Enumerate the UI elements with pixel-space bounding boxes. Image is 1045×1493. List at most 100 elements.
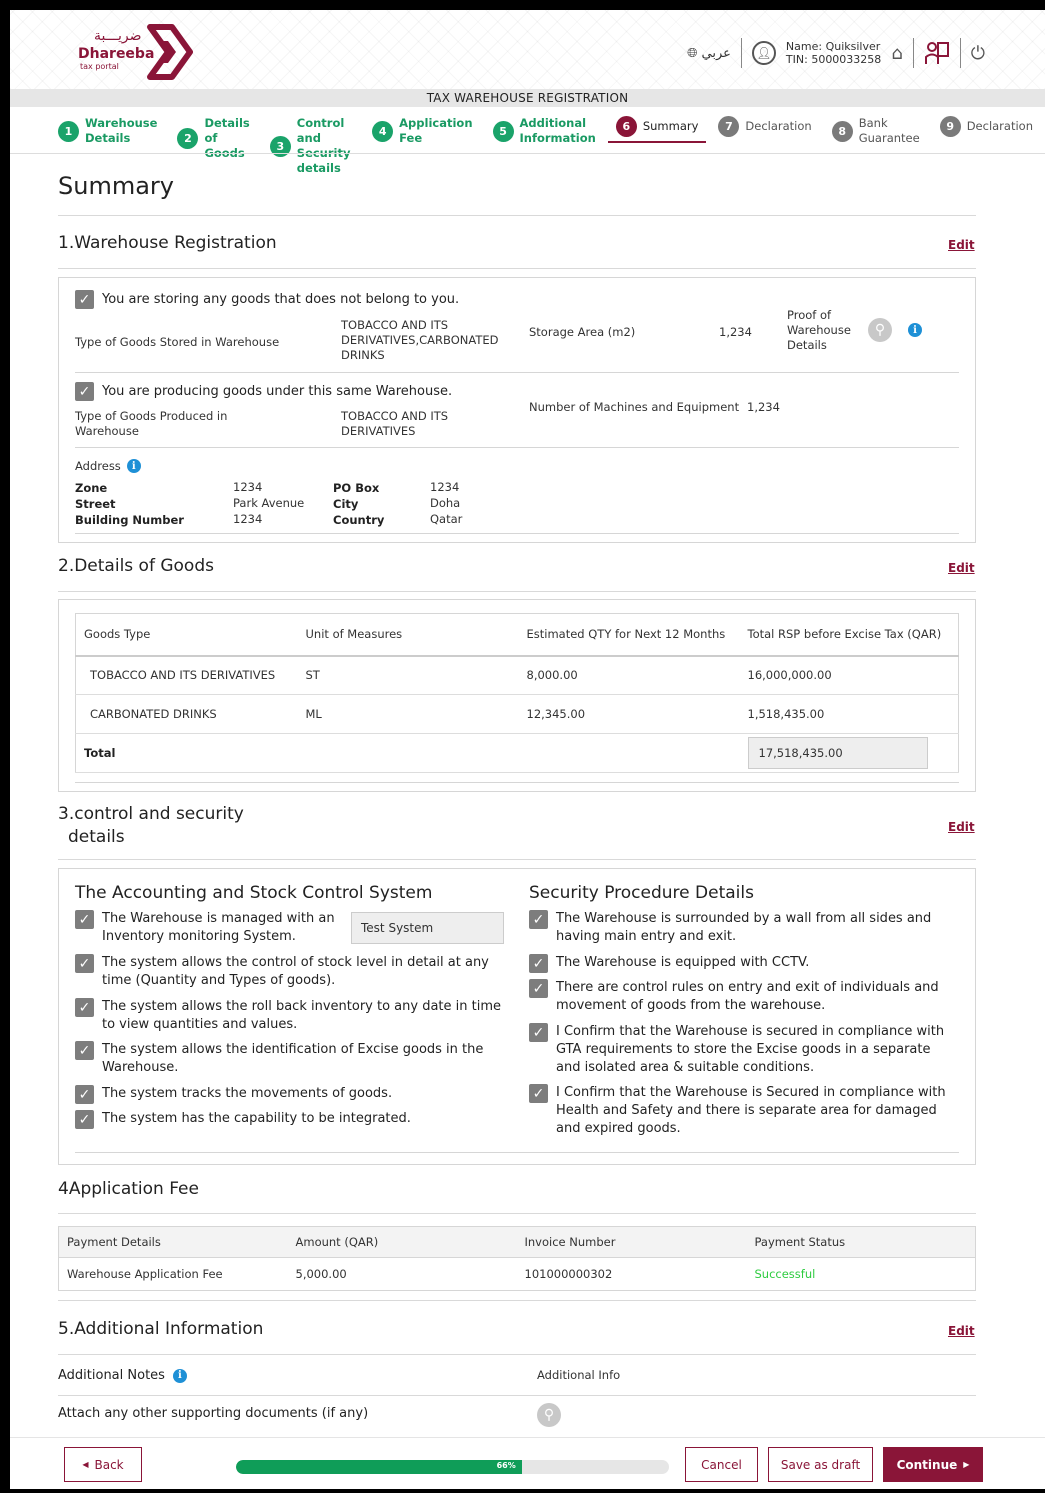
country-label: Country	[333, 513, 385, 527]
edit-warehouse-link[interactable]: Edit	[948, 238, 975, 252]
step-number: 5	[492, 120, 514, 142]
goods-table: Goods Type Unit of Measures Estimated QT…	[75, 613, 959, 773]
accounting-item: ✓ The system allows the roll back invento…	[75, 998, 505, 1034]
control-security-box: The Accounting and Stock Control System …	[58, 868, 976, 1165]
step-label: Declaration	[966, 119, 1033, 133]
pobox-label: PO Box	[333, 481, 380, 495]
proof-label: Proof of Warehouse Details	[787, 308, 851, 352]
step-6[interactable]: 6 Summary	[607, 114, 707, 143]
item-text: The system tracks the movements of goods…	[102, 1086, 393, 1101]
divider	[75, 372, 959, 373]
globe-icon: 🌐︎	[687, 45, 698, 61]
table-header-row: Goods Type Unit of Measures Estimated QT…	[75, 613, 959, 657]
fee-table: Payment Details Amount (QAR) Invoice Num…	[58, 1226, 976, 1291]
save-draft-button[interactable]: Save as draft	[768, 1447, 873, 1482]
column-header: Invoice Number	[516, 1226, 747, 1258]
power-icon[interactable]: ⏻	[971, 43, 985, 64]
step-1[interactable]: 1 Warehouse Details	[50, 114, 165, 150]
machines-value: 1,234	[747, 400, 780, 414]
type-stored-value: TOBACCO AND ITS DERIVATIVES,CARBONATED D…	[341, 318, 499, 362]
table-cell: 101000000302	[524, 1267, 613, 1281]
table-cell: 12,345.00	[518, 694, 740, 734]
divider	[75, 447, 959, 448]
divider	[959, 38, 961, 68]
divider	[58, 859, 976, 860]
logo-name: Dhareeba	[78, 46, 155, 62]
step-number: 2	[177, 128, 199, 149]
security-item: ✓ I Confirm that the Warehouse is secured…	[529, 1023, 959, 1077]
user-icon[interactable]: 👤︎	[751, 41, 776, 65]
checkbox-checked-icon: ✓	[75, 1110, 94, 1129]
item-text: I Confirm that the Warehouse is Secured …	[556, 1085, 946, 1136]
back-button[interactable]: ◀ Back	[64, 1447, 142, 1482]
cancel-button[interactable]: Cancel	[685, 1447, 758, 1482]
column-header: Estimated QTY for Next 12 Months	[518, 613, 740, 657]
building-label: Building Number	[75, 513, 184, 527]
caret-right-icon: ▶	[963, 1460, 970, 1469]
security-item: ✓ The Warehouse is surrounded by a wall f…	[529, 910, 959, 946]
accounting-item: ✓ The system allows the identification of…	[75, 1041, 505, 1077]
step-8[interactable]: 8 Bank Guarantee	[824, 114, 928, 150]
language-label: عربي	[701, 45, 731, 61]
caret-left-icon: ◀	[82, 1460, 89, 1469]
divider	[58, 1213, 976, 1214]
info-icon[interactable]: i	[172, 1368, 187, 1383]
table-row: CARBONATED DRINKS ML 12,345.00 1,518,435…	[75, 694, 959, 734]
security-item: ✓ There are control rules on entry and ex…	[529, 979, 959, 1015]
accounting-item: ✓ The system allows the control of stock …	[75, 954, 505, 990]
checkbox-checked-icon: ✓	[529, 1084, 548, 1103]
back-label: Back	[94, 1457, 124, 1472]
progress-text: 66%	[496, 1461, 516, 1470]
info-icon[interactable]: i	[908, 323, 922, 337]
info-icon[interactable]: i	[126, 459, 141, 473]
step-9[interactable]: 9 Declaration	[932, 114, 1041, 141]
table-header-row: Payment Details Amount (QAR) Invoice Num…	[58, 1226, 976, 1258]
security-item: ✓ The Warehouse is equipped with CCTV.	[529, 954, 959, 973]
table-row: TOBACCO AND ITS DERIVATIVES ST 8,000.00 …	[75, 655, 959, 695]
step-5[interactable]: 5 Additional Information	[485, 114, 604, 150]
checkbox-checked-icon: ✓	[75, 998, 94, 1017]
step-number: 4	[372, 120, 394, 142]
paperclip-icon[interactable]: ⚲	[537, 1403, 561, 1427]
table-cell: 5,000.00	[295, 1267, 347, 1281]
street-label: Street	[75, 497, 116, 511]
column-header: Goods Type	[75, 613, 298, 657]
step-2[interactable]: 2 Details of Goods	[169, 114, 257, 165]
item-text: The system has the capability to be inte…	[102, 1111, 411, 1126]
item-text: The Warehouse is managed with an Invento…	[102, 911, 335, 944]
continue-button[interactable]: Continue ▶	[883, 1447, 983, 1482]
inventory-system-field: Test System	[351, 912, 504, 944]
type-produced-value: TOBACCO AND ITS DERIVATIVES	[341, 409, 449, 438]
checkbox-checked-icon: ✓	[75, 954, 94, 973]
item-text: The system allows the control of stock l…	[102, 955, 489, 988]
user-info: Name: Quiksilver TIN: 5000033258	[786, 40, 881, 66]
step-7[interactable]: 7 Declaration	[710, 114, 819, 141]
divider	[740, 38, 742, 68]
step-4[interactable]: 4 Application Fee	[364, 114, 480, 150]
user-name: Name: Quiksilver	[785, 40, 881, 53]
payment-status: Successful	[754, 1267, 816, 1281]
app-header: ضريـــبة Dhareeba tax portal 🌐︎ عربي 👤︎ …	[10, 10, 1045, 89]
step-3[interactable]: 3 Control and Security details	[262, 114, 360, 180]
progress-bar: 66%	[236, 1460, 669, 1474]
storage-area-value: 1,234	[719, 325, 752, 339]
paperclip-icon[interactable]: ⚲	[868, 318, 892, 342]
table-cell: ML	[297, 694, 519, 734]
divider	[58, 268, 976, 269]
column-header: Payment Details	[58, 1226, 288, 1258]
continue-label: Continue	[896, 1457, 958, 1472]
language-switch[interactable]: 🌐︎ عربي	[687, 46, 731, 61]
wizard-footer: ◀ Back 66% Cancel Save as draft Continue…	[10, 1437, 1045, 1489]
edit-additional-link[interactable]: Edit	[948, 1324, 975, 1338]
home-icon[interactable]: ⌂	[891, 43, 902, 64]
step-label: Additional Information	[519, 116, 596, 145]
producing-check-label: You are producing goods under this same …	[102, 384, 453, 399]
item-text: The Warehouse is surrounded by a wall fr…	[556, 911, 932, 944]
total-label: Total	[75, 733, 298, 773]
edit-goods-link[interactable]: Edit	[948, 561, 975, 575]
item-text: The system allows the identification of …	[102, 1042, 484, 1075]
edit-control-link[interactable]: Edit	[948, 820, 975, 834]
manual-book-icon[interactable]	[924, 40, 950, 66]
checkbox-checked-icon: ✓	[529, 954, 548, 973]
checkbox-checked-icon: ✓	[529, 1023, 548, 1042]
